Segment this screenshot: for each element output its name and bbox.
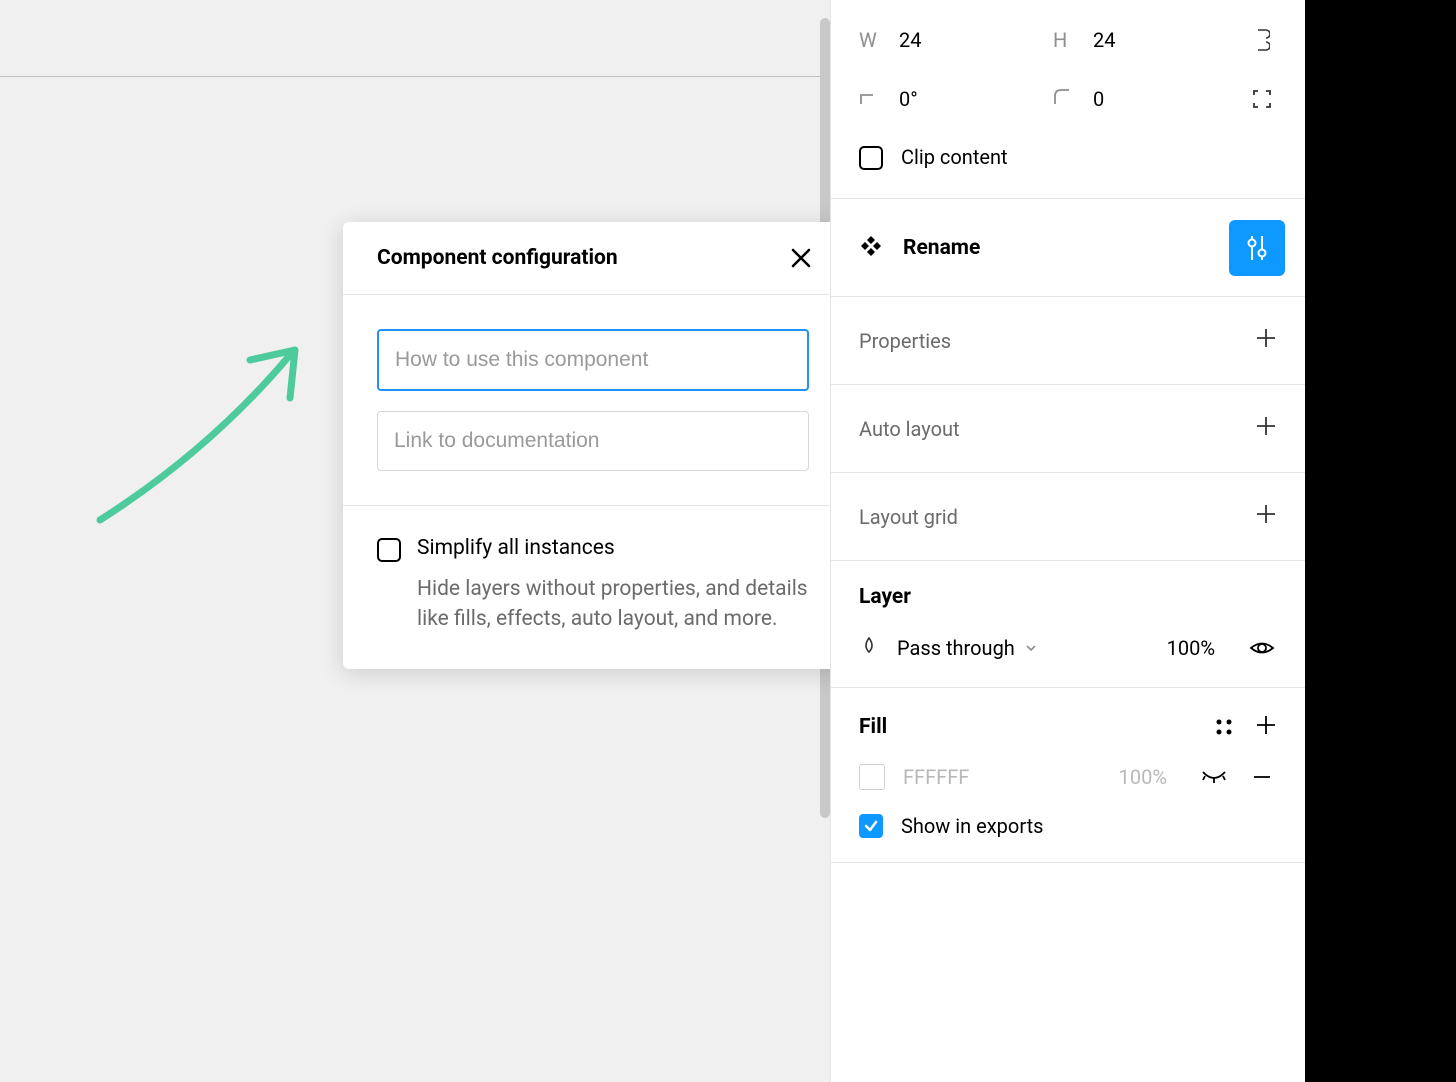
properties-section-label: Properties (859, 329, 1255, 353)
fill-hex-value[interactable]: FFFFFF (903, 765, 1101, 789)
fill-color-swatch[interactable] (859, 764, 885, 790)
height-value[interactable]: 24 (1093, 28, 1115, 52)
layer-opacity-value[interactable]: 100% (1167, 636, 1215, 660)
rotation-icon (859, 87, 881, 111)
simplify-instances-label: Simplify all instances (417, 536, 615, 560)
corner-radius-value[interactable]: 0 (1093, 87, 1104, 111)
divider (0, 76, 830, 77)
width-value[interactable]: 24 (899, 28, 921, 52)
blend-mode-select[interactable]: Pass through (897, 636, 1149, 660)
corner-radius-icon (1053, 87, 1075, 111)
fill-section-title: Fill (859, 715, 1209, 739)
remove-fill-button[interactable] (1247, 762, 1277, 792)
fill-opacity-value[interactable]: 100% (1119, 765, 1167, 789)
add-layout-grid-button[interactable] (1255, 503, 1277, 530)
component-configuration-modal: Component configuration Simplify all ins… (343, 222, 843, 669)
show-in-exports-checkbox[interactable] (859, 814, 883, 838)
visibility-icon[interactable] (1247, 633, 1277, 663)
layout-grid-section-label: Layout grid (859, 505, 1255, 529)
simplify-instances-checkbox[interactable] (377, 538, 401, 562)
simplify-instances-description: Hide layers without properties, and deta… (377, 574, 809, 635)
add-fill-button[interactable] (1255, 714, 1277, 740)
rename-label[interactable]: Rename (903, 236, 1209, 260)
clip-content-label: Clip content (901, 145, 1008, 169)
modal-title: Component configuration (377, 246, 618, 270)
height-label: H (1053, 28, 1075, 52)
component-settings-button[interactable] (1229, 220, 1285, 276)
arrow-annotation (90, 330, 340, 530)
letterbox (1305, 0, 1456, 1082)
component-icon (859, 234, 883, 262)
properties-panel: W 24 H 24 0° 0 (830, 0, 1305, 1082)
add-property-button[interactable] (1255, 327, 1277, 354)
fill-styles-icon[interactable] (1209, 712, 1239, 742)
chevron-down-icon (1025, 642, 1037, 654)
blend-mode-icon (859, 636, 879, 661)
component-description-input[interactable] (377, 329, 809, 391)
clip-content-checkbox[interactable] (859, 146, 883, 170)
layer-section-title: Layer (859, 585, 1277, 609)
width-label: W (859, 28, 881, 52)
show-in-exports-label: Show in exports (901, 814, 1043, 838)
documentation-link-input[interactable] (377, 411, 809, 471)
hidden-icon[interactable] (1199, 762, 1229, 792)
independent-corners-icon[interactable] (1247, 84, 1277, 114)
rotation-value[interactable]: 0° (899, 87, 918, 111)
add-auto-layout-button[interactable] (1255, 415, 1277, 442)
constrain-proportions-icon[interactable] (1247, 25, 1277, 55)
blend-mode-value: Pass through (897, 636, 1015, 660)
auto-layout-section-label: Auto layout (859, 417, 1255, 441)
close-icon[interactable] (787, 244, 815, 272)
